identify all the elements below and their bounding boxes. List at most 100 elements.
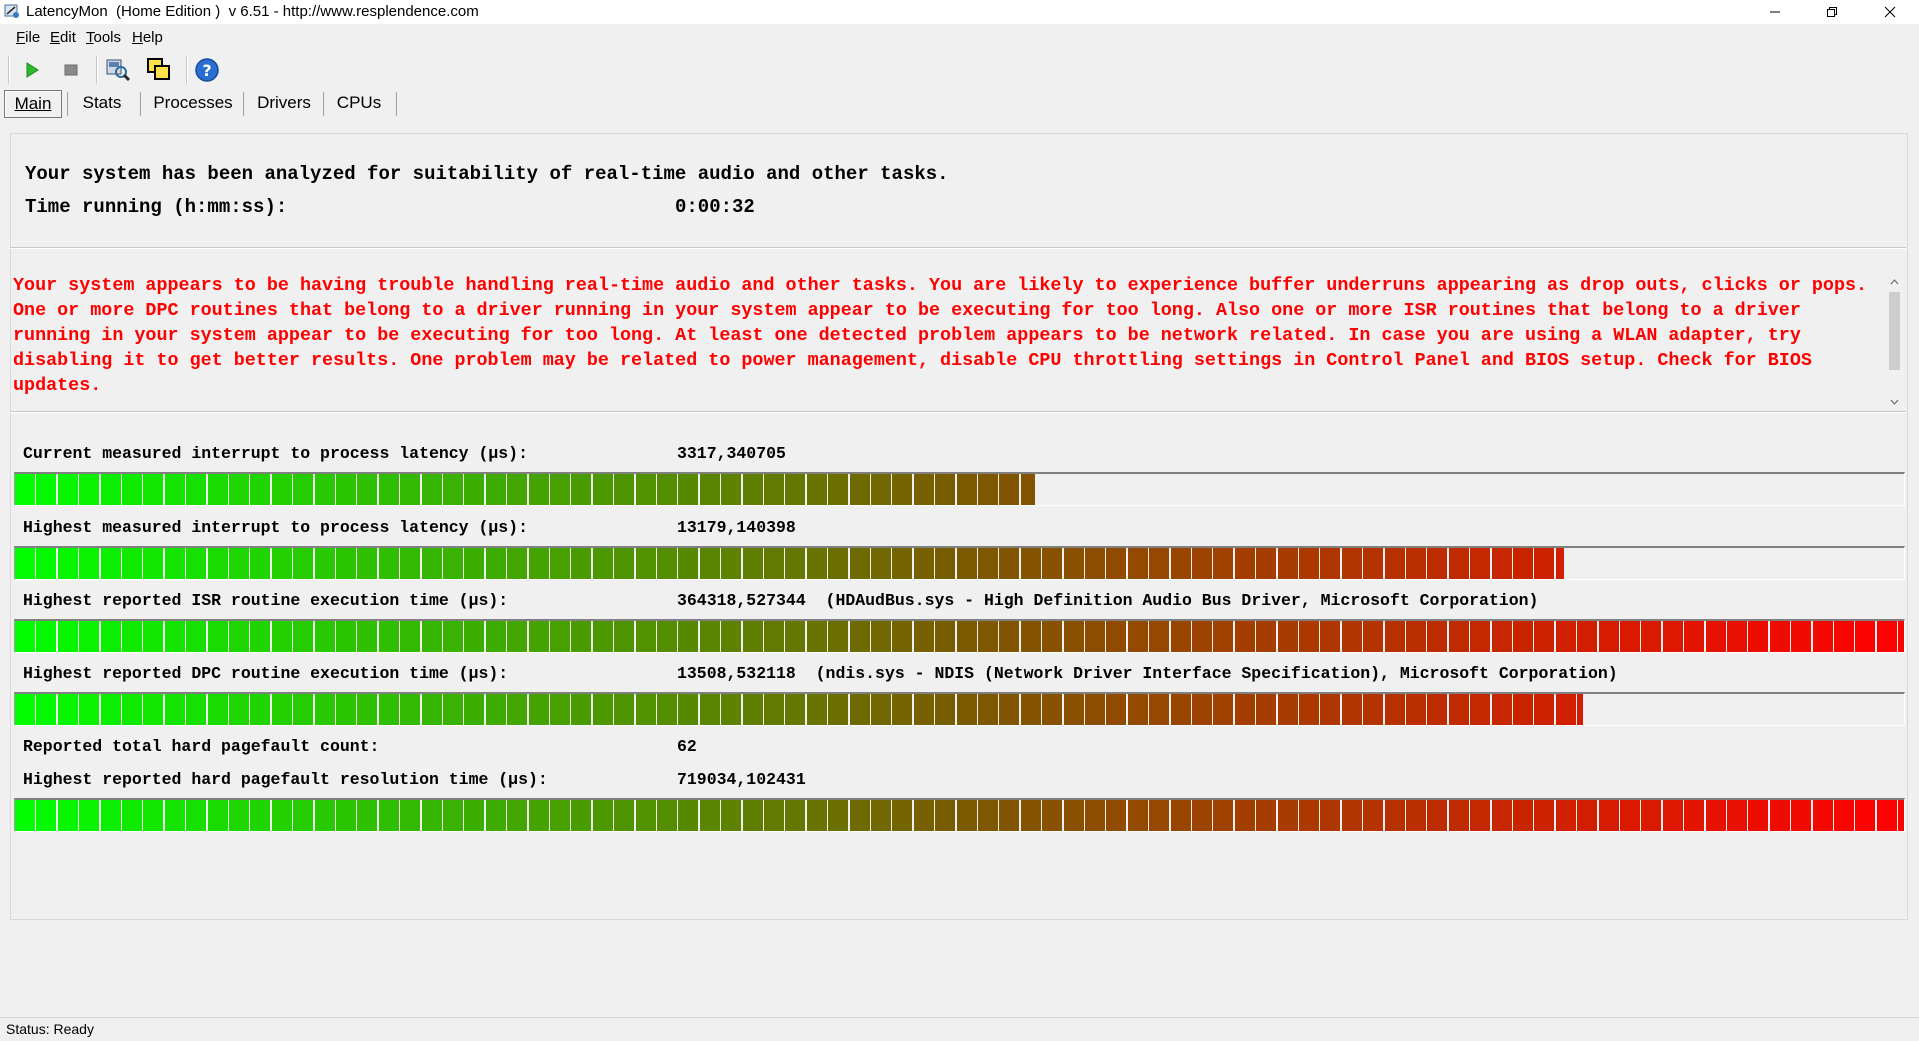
bar-segment [529,621,549,652]
bar-segment [657,548,677,579]
bar-segment [657,621,677,652]
bar-segment [892,548,912,579]
bar-segment [1813,621,1833,652]
tab-cpus[interactable]: CPUs [329,90,389,116]
bar-segment [443,474,463,505]
restore-icon [1827,7,1837,17]
tab-drivers[interactable]: Drivers [250,90,318,116]
bar-segment [1064,548,1084,579]
bar-segment [1278,621,1298,652]
toolbar-separator [186,56,188,84]
bar-segment [101,621,121,652]
bar-segment [165,474,185,505]
bar-segment [657,474,677,505]
menu-edit[interactable]: Edit [50,29,76,46]
bar-segment [700,548,720,579]
bar-segment [15,694,35,725]
bar-segment [1449,548,1469,579]
time-running-value: 0:00:32 [675,196,755,218]
bar-segment [379,621,399,652]
bar-segment [1149,800,1169,831]
bar-segment [443,694,463,725]
bar-segment [1213,800,1233,831]
bar-segment [636,800,656,831]
bar-segment [1855,800,1875,831]
bar-segment [1320,548,1340,579]
restore-button[interactable] [1808,0,1856,24]
bar-segment [186,548,206,579]
close-button[interactable] [1866,0,1914,24]
bar-segment [914,474,934,505]
tab-processes[interactable]: Processes [148,90,238,116]
bar-segment [229,548,249,579]
bar-segment [1042,694,1062,725]
tab-stats[interactable]: Stats [74,90,130,116]
bar-segment [1213,548,1233,579]
bar-segment [1470,694,1490,725]
bar-segment [1556,621,1576,652]
bar-segment [208,694,228,725]
bar-segment [550,548,570,579]
bar-segment [550,694,570,725]
minimize-button[interactable] [1751,0,1799,24]
bar-segment [165,548,185,579]
menu-tools[interactable]: Tools [86,29,121,46]
bar-segment [721,548,741,579]
bar-segment [1534,621,1554,652]
bar-segment [828,694,848,725]
bar-segment [1299,800,1319,831]
driver-search-button[interactable] [104,56,132,84]
bar-segment [79,548,99,579]
bar-segment [1770,621,1790,652]
bar-segment [593,621,613,652]
bar-segment [1791,800,1811,831]
help-button[interactable]: ? [193,56,221,84]
bar-segment [507,474,527,505]
bar-segment [657,694,677,725]
bar-segment [486,800,506,831]
bar-segment [614,548,634,579]
bar-segment [571,474,591,505]
bar-segment [79,694,99,725]
menu-help[interactable]: Help [132,29,163,46]
bar-segment [935,621,955,652]
bar-segment [1021,694,1041,725]
status-text: Status: Ready [6,1021,94,1037]
bar-segment [143,621,163,652]
bar-segment [122,694,142,725]
bar-segment [1406,548,1426,579]
bar-segment [1556,548,1564,579]
bar-segment [614,474,634,505]
bar-segment [1256,800,1276,831]
windows-button[interactable] [145,56,173,84]
bar-segment [1064,694,1084,725]
bar-segment [229,800,249,831]
bar-segment [828,548,848,579]
bar-segment [1834,621,1854,652]
bar-segment [957,694,977,725]
highest-latency-value: 13179,140398 [677,518,796,537]
bar-segment [999,800,1019,831]
tab-main[interactable]: Main [4,90,62,118]
bar-segment [764,800,784,831]
bar-segment [400,800,420,831]
bar-segment [1256,621,1276,652]
bar-segment [1577,621,1597,652]
scroll-thumb[interactable] [1889,292,1900,370]
bar-segment [1620,800,1640,831]
bar-segment [850,800,870,831]
start-button[interactable] [18,56,46,84]
bar-segment [15,548,35,579]
bar-segment [807,621,827,652]
bar-segment [1427,694,1447,725]
highest-latency-bar-fill [15,548,1564,579]
bar-segment [464,694,484,725]
bar-segment [486,621,506,652]
scroll-up-arrow[interactable] [1886,274,1903,290]
scroll-down-arrow[interactable] [1886,394,1903,410]
bar-segment [935,548,955,579]
menu-file[interactable]: File [16,29,40,46]
bar-segment [550,800,570,831]
stop-button[interactable] [57,56,85,84]
warning-scrollbar[interactable] [1886,274,1903,410]
